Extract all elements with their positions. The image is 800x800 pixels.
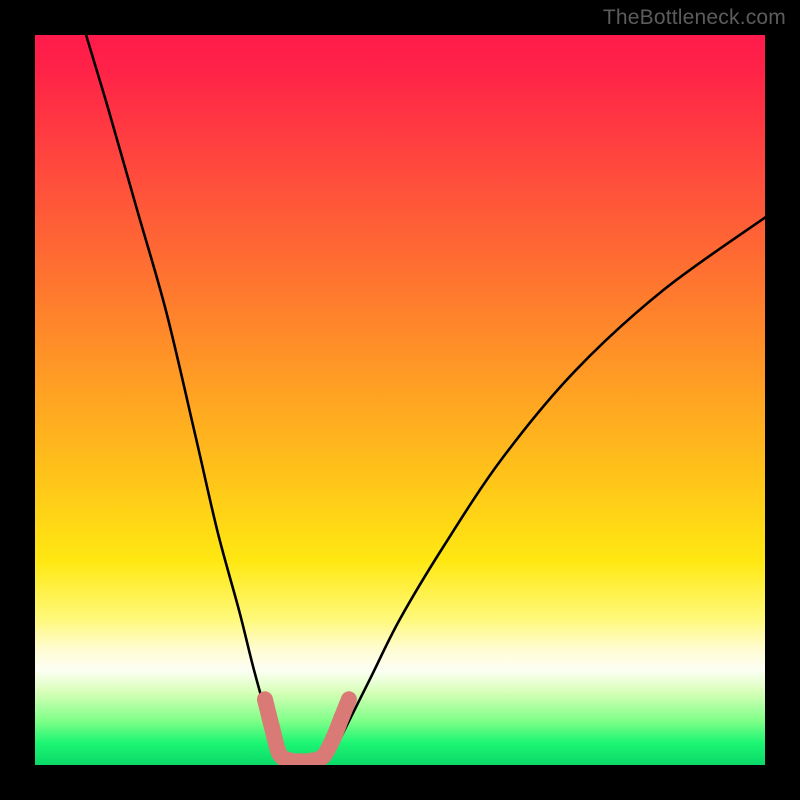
plot-area	[35, 35, 765, 765]
curve-group	[86, 35, 765, 761]
curve-layer	[35, 35, 765, 765]
marker-dot	[315, 748, 331, 764]
marker-dot	[264, 721, 280, 737]
bottom-marker-dots	[259, 693, 355, 765]
marker-dot	[325, 731, 341, 747]
marker-dot	[259, 693, 271, 705]
left-branch-curve	[86, 35, 287, 761]
marker-dot	[343, 693, 355, 705]
watermark-text: TheBottleneck.com	[603, 6, 786, 30]
chart-frame: TheBottleneck.com	[0, 0, 800, 800]
marker-dot	[334, 710, 350, 726]
right-branch-curve	[327, 218, 765, 762]
